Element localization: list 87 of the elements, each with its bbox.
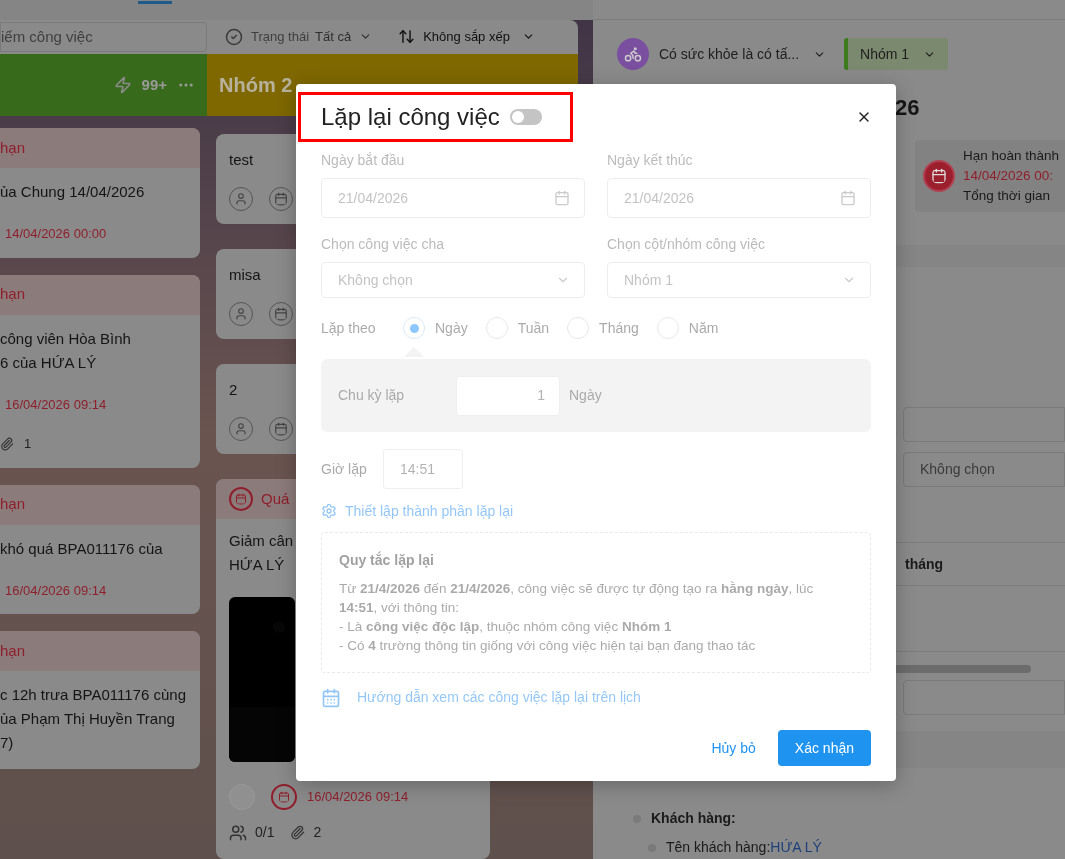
task-title: công viên Hòa Bình [0, 328, 132, 349]
attachment-icon [290, 825, 306, 840]
calendar-icon [229, 487, 253, 511]
task-card[interactable]: hạn c 12h trưa BPA011176 cùng ủa Phạm Thị Huyền Trang 7) [0, 631, 200, 769]
column-title: Nhóm 2 [219, 73, 293, 98]
sort-button[interactable]: Không sắp xếp [398, 27, 535, 47]
project-icon [617, 38, 649, 70]
task-card[interactable]: hạn công viên Hòa Bình 6 của HỨA LÝ 16/04/2026 09:14 1 [0, 274, 200, 468]
field-label: Chu kỳ lặp [338, 386, 406, 405]
attachment-count: 1 [24, 435, 32, 453]
customer-name-label: Tên khách hàng: [666, 838, 771, 857]
field-label: Ngày kết thúc [607, 151, 694, 170]
filter-label: Trạng thái [251, 28, 310, 47]
dialog-title: Lặp lại công việc [321, 102, 500, 132]
task-title: 7) [0, 733, 15, 753]
customer-link[interactable]: HỨA LÝ [770, 837, 822, 858]
rule-title: Quy tắc lặp lại [339, 550, 435, 570]
task-title: c 12h trưa BPA011176 cùng [0, 685, 187, 705]
status-icon [225, 27, 243, 46]
deadline-label: Hạn hoàn thành [963, 147, 1060, 165]
task-title: Giảm cân [229, 531, 294, 551]
select-field[interactable]: Không chọn [903, 452, 1065, 487]
cancel-button[interactable]: Hủy bỏ [707, 730, 760, 766]
select-field[interactable]: Không chọn [321, 262, 585, 298]
search-field[interactable]: iểm công việc [0, 21, 207, 52]
task-title: HỨA LÝ [229, 555, 285, 575]
settings-icon [321, 503, 337, 519]
rule-text: Từ 21/4/2026 đến 21/4/2026, công việc sẽ được tự động tạo ra hằng ngày, lúc 14:51, với thông tin: [339, 580, 815, 617]
radio-option[interactable]: Tháng [567, 317, 639, 339]
status-text: hạn [0, 284, 26, 305]
sort-icon [398, 28, 416, 46]
time-field[interactable]: 14:51 [383, 449, 463, 489]
calendar-icon [321, 687, 341, 708]
task-card[interactable]: hạn ủa Chung 14/04/2026 14/04/2026 00:00 [0, 128, 200, 258]
date-field[interactable]: 21/04/2026 [321, 178, 585, 218]
due-date: 16/04/2026 09:14 [307, 788, 409, 807]
calendar-icon [271, 784, 297, 810]
status-text: hạn [0, 640, 26, 661]
group-tag[interactable]: Nhóm 1 [844, 38, 949, 70]
automation-icon[interactable] [113, 76, 132, 94]
task-card[interactable]: hạn khó quá BPA011176 của 16/04/2026 09:14 [0, 484, 200, 614]
calendar-icon [840, 190, 856, 206]
calendar-icon [554, 190, 570, 206]
field-label: Lặp theo [321, 318, 377, 338]
attachment-count: 2 [313, 823, 322, 842]
task-title: 2 [229, 381, 238, 398]
due-date: 16/04/2026 09:14 [4, 581, 108, 600]
radio-option[interactable]: Ngày [403, 317, 468, 339]
radio-option[interactable]: Năm [656, 317, 719, 339]
field-label: Chọn công việc cha [321, 235, 445, 254]
customer-label: Khách hàng: [651, 809, 736, 828]
settings-link[interactable]: Thiết lập thành phần lặp lại [321, 502, 514, 520]
status-text: Quá [261, 488, 290, 509]
field-label: Chọn cột/nhóm công việc [607, 235, 766, 254]
rule-text: - Có 4 trường thông tin giống với công việc hiện tại bạn đang thao tác [339, 637, 757, 655]
radio-option[interactable]: Tuần [485, 317, 550, 339]
task-title: misa [229, 266, 261, 283]
task-title: khó quá BPA011176 của [0, 538, 164, 559]
date-field[interactable]: 21/04/2026 [607, 178, 871, 218]
field-label: Ngày bắt đầu [321, 151, 406, 170]
field-label: Giờ lặp [321, 459, 368, 479]
calendar-icon [923, 160, 955, 192]
toggle-switch[interactable] [509, 109, 542, 125]
attachment-icon [0, 436, 14, 451]
confirm-button[interactable]: Xác nhận [777, 730, 871, 766]
task-title: ủa Phạm Thị Huyền Trang [0, 709, 176, 729]
column-heading: tháng [905, 554, 944, 574]
status-text: hạn [0, 137, 26, 158]
number-field[interactable]: 1 [456, 375, 560, 416]
due-date: 16/04/2026 09:14 [4, 395, 108, 414]
rule-text: - Là công việc độc lập, thuộc nhóm công việc Nhóm 1 [339, 618, 673, 636]
deadline-date: 14/04/2026 00: [963, 167, 1055, 185]
calendar-guide-link[interactable]: Hướng dẫn xem các công việc lặp lại trên lịch [321, 687, 641, 708]
task-title: ủa Chung 14/04/2026 [0, 182, 146, 202]
unit-label: Ngày [569, 386, 602, 405]
status-text: hạn [0, 494, 26, 515]
task-title: 26 [895, 95, 920, 120]
due-date: 14/04/2026 00:00 [4, 225, 108, 243]
status-filter[interactable]: Tất cả [315, 27, 373, 47]
total-time-label: Tổng thời gian [963, 187, 1051, 205]
task-count: 99+ [141, 74, 167, 95]
checklist-count: 0/1 [255, 823, 275, 842]
task-title: 6 của HỨA LÝ [0, 352, 98, 373]
task-title: test [229, 151, 254, 168]
project-selector[interactable]: Có sức khỏe là có tấ... [659, 43, 827, 65]
select-field[interactable]: Nhóm 1 [607, 262, 871, 298]
tab-indicator [138, 0, 172, 4]
